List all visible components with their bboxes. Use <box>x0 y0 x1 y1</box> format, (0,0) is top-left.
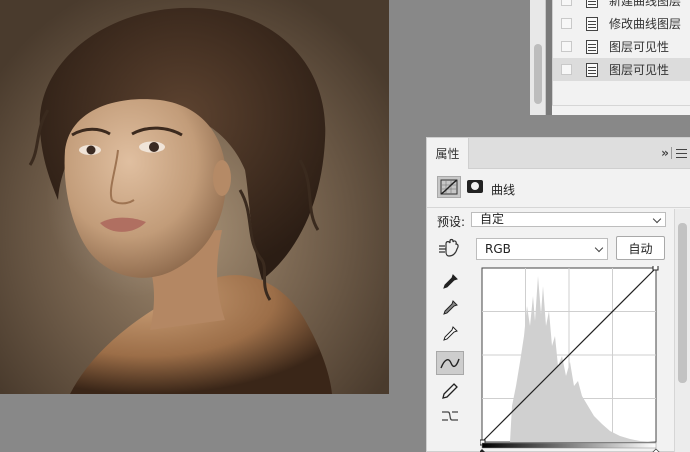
history-item-label: 图层可见性 <box>609 40 670 54</box>
smooth-curve-icon[interactable] <box>436 404 464 428</box>
gray-point-eyedropper-icon[interactable] <box>436 296 464 320</box>
tab-properties-label: 属性 <box>435 147 460 161</box>
history-snapshot-checkbox[interactable] <box>561 18 572 29</box>
preset-label: 预设: <box>437 215 466 229</box>
adjustment-name: 曲线 <box>491 183 516 197</box>
history-scroll-thumb[interactable] <box>534 44 542 104</box>
curves-adjustment-icon[interactable] <box>437 176 461 198</box>
curve-point-white[interactable] <box>652 264 659 271</box>
properties-panel: 属性 ›› 曲线 预设: 自定 RGB 自动 <box>426 137 690 452</box>
history-scrollbar[interactable] <box>530 0 546 115</box>
auto-button[interactable]: 自动 <box>616 236 665 260</box>
history-panel-footer <box>552 105 690 115</box>
properties-scrollbar[interactable] <box>674 209 690 452</box>
history-item-label: 新建曲线图层 <box>609 0 682 8</box>
history-snapshot-checkbox[interactable] <box>561 64 572 75</box>
history-item[interactable]: 修改曲线图层 <box>553 12 690 35</box>
history-item-label: 图层可见性 <box>609 63 670 77</box>
curves-graph[interactable] <box>479 264 660 452</box>
portrait-photo <box>28 7 332 394</box>
properties-header: 属性 ›› <box>427 138 690 169</box>
history-list: 新建曲线图层 修改曲线图层 图层可见性 图层可见性 <box>552 0 690 115</box>
history-state-icon <box>586 0 598 8</box>
history-item[interactable]: 新建曲线图层 <box>553 0 690 12</box>
history-item-active[interactable]: 图层可见性 <box>553 58 690 81</box>
tab-properties[interactable]: 属性 <box>427 138 469 169</box>
history-panel: 新建曲线图层 修改曲线图层 图层可见性 图层可见性 <box>530 0 690 115</box>
history-state-icon <box>586 39 598 54</box>
channel-value: RGB <box>485 242 511 256</box>
history-item[interactable]: 图层可见性 <box>553 35 690 58</box>
layer-mask-icon[interactable] <box>467 180 483 193</box>
header-separator <box>671 147 672 159</box>
chevron-down-icon <box>594 243 604 253</box>
white-point-eyedropper-icon[interactable] <box>436 322 464 346</box>
history-snapshot-checkbox[interactable] <box>561 0 572 6</box>
history-snapshot-checkbox[interactable] <box>561 41 572 52</box>
chevron-down-icon <box>652 214 662 224</box>
preset-value: 自定 <box>480 212 505 226</box>
hand-target-icon[interactable] <box>437 238 461 260</box>
adjustment-type-row: 曲线 <box>427 169 690 208</box>
pencil-icon[interactable] <box>436 379 464 403</box>
channel-dropdown[interactable]: RGB <box>476 238 608 260</box>
curve-edit-icon[interactable] <box>436 351 464 375</box>
collapse-panel-icon[interactable]: ›› <box>661 146 669 160</box>
history-state-icon <box>586 62 598 77</box>
panel-header-controls: ›› <box>661 146 687 160</box>
canvas-image[interactable] <box>0 0 389 394</box>
properties-scroll-thumb[interactable] <box>678 223 687 383</box>
auto-button-label: 自动 <box>628 241 653 256</box>
history-state-icon <box>586 16 598 31</box>
preset-dropdown[interactable]: 自定 <box>471 212 666 227</box>
black-point-eyedropper-icon[interactable] <box>436 270 464 294</box>
input-gradient-strip <box>481 442 657 449</box>
panel-menu-icon[interactable] <box>676 148 687 158</box>
history-item-label: 修改曲线图层 <box>609 17 682 31</box>
